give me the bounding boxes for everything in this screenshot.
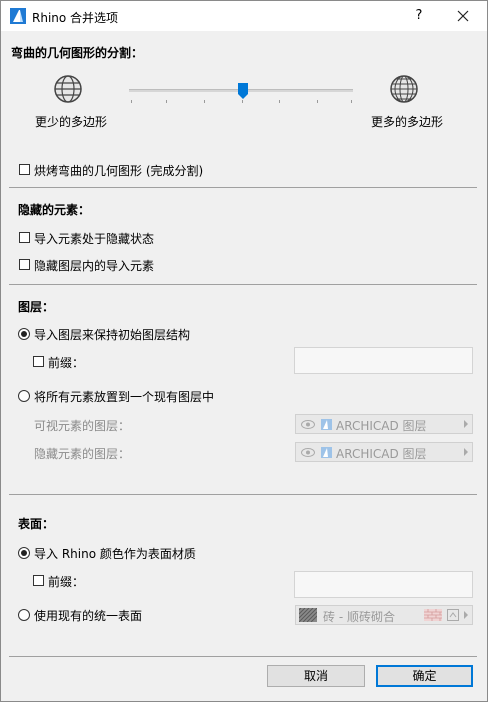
- use-existing-surface-radio[interactable]: [18, 609, 30, 621]
- ok-button[interactable]: 确定: [376, 665, 473, 687]
- import-hidden-checkbox[interactable]: [19, 232, 30, 243]
- keep-layer-structure-radio[interactable]: [18, 328, 30, 340]
- slider-tick: [279, 100, 280, 103]
- place-existing-layer-label[interactable]: 将所有元素放置到一个现有图层中: [34, 388, 214, 405]
- hidden-layer-value: ARCHICAD 图层: [336, 447, 427, 461]
- slider-tick: [166, 100, 167, 103]
- section-divider: [9, 284, 477, 285]
- surface-prefix-checkbox[interactable]: [33, 575, 44, 586]
- hidden-layer-dropdown[interactable]: ARCHICAD 图层: [295, 442, 473, 462]
- visible-layer-value: ARCHICAD 图层: [336, 419, 427, 433]
- hidden-layer-label: 隐藏元素的图层：: [34, 447, 131, 461]
- visible-layer-dropdown[interactable]: ARCHICAD 图层: [295, 414, 473, 434]
- segmentation-heading: 弯曲的几何图形的分割：: [11, 46, 144, 60]
- help-button[interactable]: ?: [407, 6, 431, 26]
- surfaces-heading: 表面：: [18, 517, 55, 531]
- eye-icon: [301, 420, 315, 429]
- place-existing-layer-radio[interactable]: [18, 390, 30, 402]
- slider-tick: [317, 100, 318, 103]
- chevron-right-icon: [464, 448, 468, 456]
- surface-prefix-label[interactable]: 前缀：: [48, 573, 84, 590]
- layers-heading: 图层：: [18, 300, 55, 314]
- surface-prefix-input[interactable]: [294, 571, 473, 598]
- hidden-elements-heading: 隐藏的元素：: [18, 203, 91, 217]
- layer-prefix-label[interactable]: 前缀：: [48, 354, 84, 371]
- title-bar: Rhino 合并选项 ?: [1, 1, 487, 31]
- eye-icon: [301, 448, 315, 457]
- slider-tick: [131, 100, 132, 103]
- rhino-merge-options-dialog: Rhino 合并选项 ? 弯曲的几何图形的分割： 更少的多边形 更多的多边形 烘…: [0, 0, 488, 702]
- hide-in-layer-checkbox[interactable]: [19, 259, 30, 270]
- chevron-right-icon: [464, 611, 468, 619]
- brick-pattern-swatch-icon: [424, 609, 442, 621]
- use-existing-surface-label[interactable]: 使用现有的统一表面: [34, 607, 142, 624]
- layer-prefix-input[interactable]: [294, 347, 473, 374]
- slider-tick: [242, 100, 243, 103]
- less-polygons-label: 更少的多边形: [35, 115, 108, 129]
- import-rhino-colors-label[interactable]: 导入 Rhino 颜色作为表面材质: [34, 545, 196, 562]
- archicad-layer-icon: [321, 447, 332, 458]
- surface-value: 砖 - 顺砖砌合: [323, 610, 395, 624]
- segmentation-slider-thumb[interactable]: [238, 83, 248, 99]
- cancel-button[interactable]: 取消: [267, 665, 365, 687]
- window-title: Rhino 合并选项: [32, 11, 119, 25]
- chevron-right-icon: [464, 420, 468, 428]
- import-rhino-colors-radio[interactable]: [18, 547, 30, 559]
- surface-dropdown[interactable]: 砖 - 顺砖砌合: [295, 605, 473, 625]
- section-divider: [9, 656, 477, 657]
- import-hidden-label[interactable]: 导入元素处于隐藏状态: [34, 230, 154, 247]
- layer-prefix-checkbox[interactable]: [33, 356, 44, 367]
- slider-tick: [351, 100, 352, 103]
- archicad-layer-icon: [321, 419, 332, 430]
- surface-settings-icon: [447, 609, 459, 621]
- archicad-app-icon: [10, 8, 26, 24]
- close-icon[interactable]: [449, 6, 477, 26]
- section-divider: [9, 187, 477, 188]
- slider-tick: [204, 100, 205, 103]
- bake-geometry-label[interactable]: 烘烤弯曲的几何图形 (完成分割): [34, 162, 203, 179]
- section-divider: [9, 494, 477, 495]
- brick-hatch-icon: [299, 608, 317, 622]
- hide-in-layer-label[interactable]: 隐藏图层内的导入元素: [34, 257, 154, 274]
- more-polygons-label: 更多的多边形: [371, 115, 444, 129]
- sphere-coarse-icon: [54, 75, 82, 103]
- keep-layer-structure-label[interactable]: 导入图层来保持初始图层结构: [34, 326, 190, 343]
- visible-layer-label: 可视元素的图层：: [34, 419, 131, 433]
- bake-geometry-checkbox[interactable]: [19, 164, 30, 175]
- sphere-fine-icon: [390, 75, 418, 103]
